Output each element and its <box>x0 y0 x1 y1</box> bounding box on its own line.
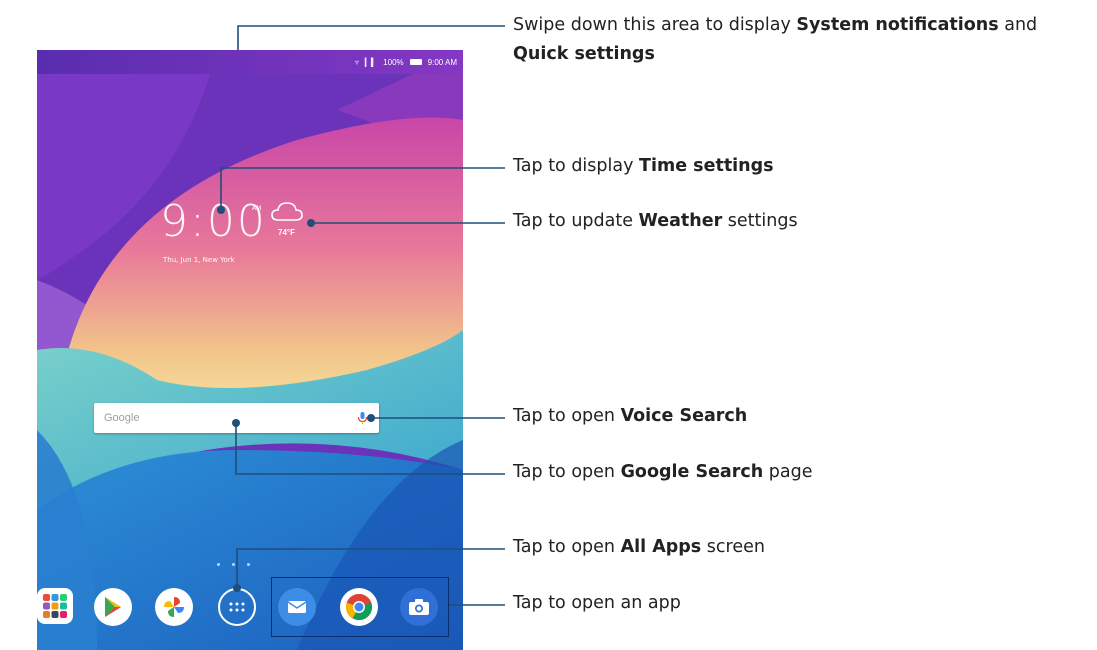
callout-text: Tap to open <box>513 537 621 557</box>
callout-weather: Tap to update Weather settings <box>513 211 798 231</box>
callout-all-apps: Tap to open All Apps screen <box>513 537 765 557</box>
callout-bold: System notifications <box>796 15 999 35</box>
callout-time: Tap to display Time settings <box>513 156 774 176</box>
callout-status-bar: Swipe down this area to display System n… <box>513 15 1037 35</box>
callout-bold: Google Search <box>620 462 764 482</box>
callout-text: settings <box>722 211 798 231</box>
callout-text: Tap to open <box>513 462 621 482</box>
callout-text: Tap to open <box>513 406 621 426</box>
callout-text: Swipe down this area to display <box>513 15 797 35</box>
callout-google-search: Tap to open Google Search page <box>513 462 812 482</box>
callout-bold: Quick settings <box>513 44 655 64</box>
callout-text: screen <box>701 537 765 557</box>
callout-text: Tap to update <box>513 211 639 231</box>
callout-bold: Voice Search <box>620 406 748 426</box>
callout-open-app: Tap to open an app <box>513 593 681 613</box>
callout-bold: All Apps <box>620 537 702 557</box>
callout-bold: Weather <box>638 211 723 231</box>
callout-text: Tap to open an app <box>513 593 681 613</box>
callout-text: Tap to display <box>513 156 640 176</box>
callout-text: page <box>763 462 813 482</box>
callout-voice-search: Tap to open Voice Search <box>513 406 747 426</box>
callout-bold: Time settings <box>639 156 774 176</box>
callout-text: and <box>998 15 1038 35</box>
callout-status-bar-line2: Quick settings <box>513 44 655 64</box>
